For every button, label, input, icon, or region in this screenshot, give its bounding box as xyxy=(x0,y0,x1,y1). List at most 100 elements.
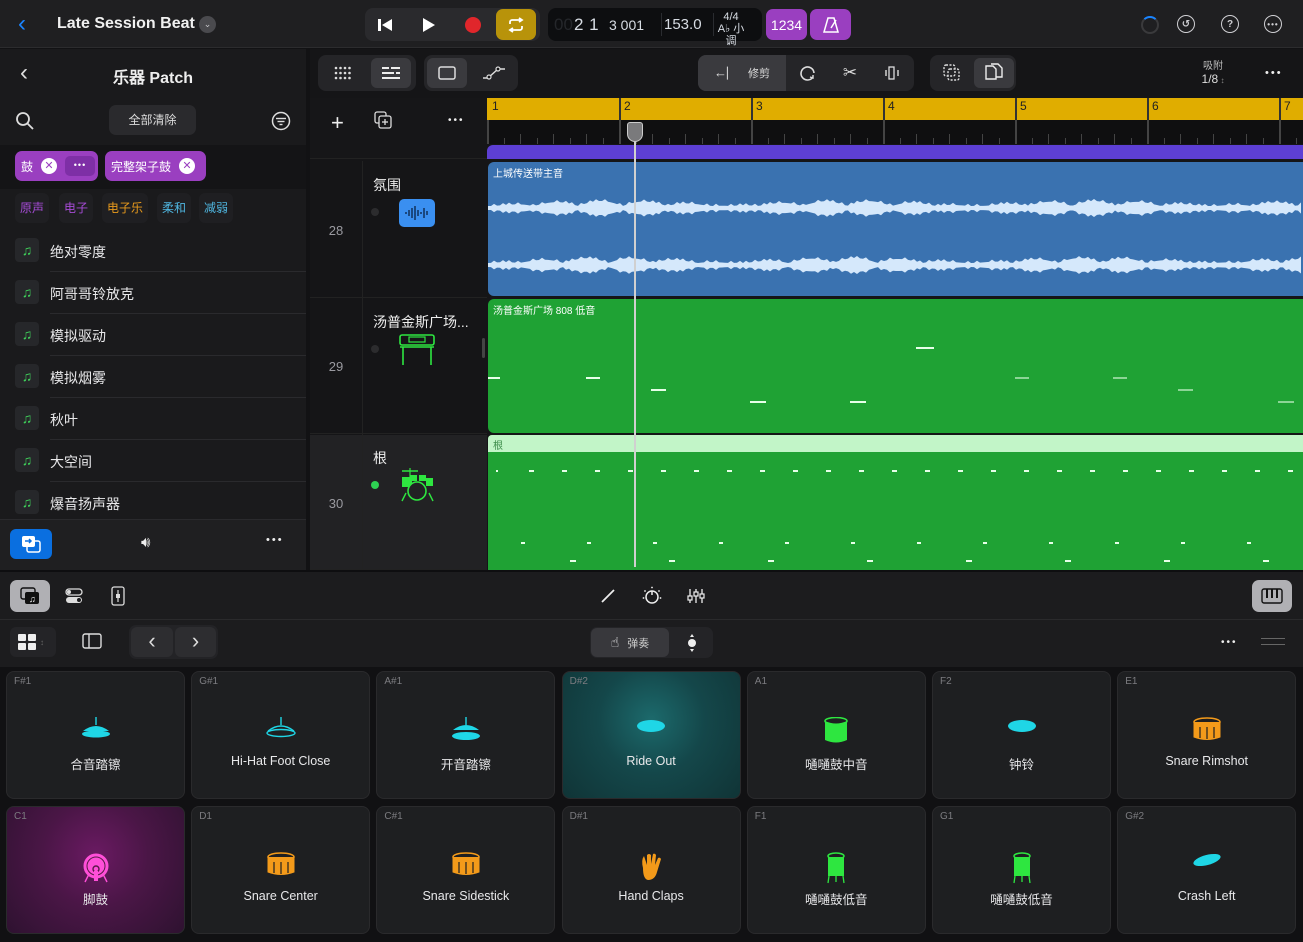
back-chevron-icon[interactable]: ‹ xyxy=(18,12,26,36)
tracks-more-button[interactable]: ••• xyxy=(1265,67,1283,79)
tracks-view-button[interactable] xyxy=(371,58,411,88)
project-title[interactable]: Late Session Beat xyxy=(57,15,195,33)
lcd-tempo[interactable]: 153.0 xyxy=(664,16,702,33)
play-mode-button[interactable]: ☝︎ 弹奏 xyxy=(591,628,669,657)
next-page-button[interactable]: › xyxy=(175,627,216,657)
track-header[interactable]: 28 氛围 xyxy=(310,161,487,298)
lcd-display[interactable]: 00 2 1 3 001 153.0 4/4 A♭ 小调 xyxy=(548,8,762,47)
record-button[interactable] xyxy=(455,8,491,41)
live-loops-view-button[interactable] xyxy=(323,58,363,88)
mixer-button[interactable] xyxy=(676,580,716,612)
metronome-button[interactable] xyxy=(810,9,851,40)
sidebar-toggle-button[interactable] xyxy=(82,633,102,654)
tag-chip[interactable]: 鼓 ✕ ••• xyxy=(15,151,98,181)
drum-pad[interactable]: F2 钟铃 xyxy=(932,671,1111,799)
filter-button[interactable] xyxy=(271,111,291,136)
drum-pad[interactable]: C1 脚鼓 xyxy=(6,806,185,934)
region-select-button[interactable] xyxy=(427,58,467,88)
midi-note[interactable] xyxy=(850,401,866,403)
prev-page-button[interactable]: ‹ xyxy=(131,627,173,657)
search-button[interactable] xyxy=(15,111,35,136)
clear-all-button[interactable]: 全部清除 xyxy=(109,105,196,135)
drum-pad[interactable]: D#1 Hand Claps xyxy=(561,806,741,934)
duplicate-track-button[interactable] xyxy=(374,111,392,134)
remove-tag-icon[interactable]: ✕ xyxy=(41,158,58,174)
go-to-beginning-button[interactable] xyxy=(367,8,403,41)
midi-note[interactable] xyxy=(651,389,666,391)
lcd-signature-key[interactable]: 4/4 A♭ 小调 xyxy=(714,11,748,47)
arrangement-marker-lane[interactable] xyxy=(487,145,1303,159)
filter-chip[interactable]: 电子乐 xyxy=(102,193,149,223)
midi-note[interactable] xyxy=(1113,377,1127,379)
resize-grip-icon[interactable] xyxy=(1261,638,1285,645)
patch-item[interactable]: ♫ 绝对零度 xyxy=(15,230,306,272)
add-track-button[interactable]: + xyxy=(331,110,344,136)
join-button[interactable] xyxy=(872,58,912,88)
help-button[interactable]: ? xyxy=(1221,15,1239,33)
count-in-button[interactable]: 1234 xyxy=(766,9,807,40)
audio-waveform-icon[interactable] xyxy=(399,199,435,227)
patch-view-button[interactable]: ♫ xyxy=(10,580,50,612)
snap-control[interactable]: 吸附 1/8 ↕ xyxy=(1198,57,1228,86)
playhead-handle[interactable] xyxy=(627,122,643,142)
midi-note[interactable] xyxy=(586,377,600,379)
audio-region[interactable]: 上城传送带主音 xyxy=(488,162,1303,296)
track-header-more-button[interactable]: ••• xyxy=(448,115,465,126)
pencil-button[interactable] xyxy=(588,580,628,612)
drum-pad[interactable]: A1 嗵嗵鼓中音 xyxy=(746,671,926,799)
midi-region[interactable]: 汤普金斯广场 808 低音 xyxy=(488,299,1303,433)
tag-chip[interactable]: 完整架子鼓 ✕ xyxy=(105,151,206,181)
patch-item[interactable]: ♫ 秋叶 xyxy=(15,398,306,440)
remove-tag-icon[interactable]: ✕ xyxy=(179,158,196,174)
paste-button[interactable] xyxy=(974,58,1014,88)
loop-button[interactable] xyxy=(788,58,828,88)
ruler-ticks[interactable] xyxy=(487,120,1303,144)
browser-more-button[interactable]: ••• xyxy=(266,534,284,546)
midi-note[interactable] xyxy=(1278,401,1294,403)
drum-pad[interactable]: D1 Snare Center xyxy=(191,806,371,934)
drum-pad[interactable]: G#2 Crash Left xyxy=(1117,806,1297,934)
drum-pad[interactable]: E1 Snare Rimshot xyxy=(1117,671,1297,799)
midi-note[interactable] xyxy=(488,377,500,379)
tag-more-button[interactable]: ••• xyxy=(65,156,96,176)
midi-note[interactable] xyxy=(916,347,934,349)
trim-button[interactable]: ←⎸ 修剪 xyxy=(698,55,786,91)
patch-item[interactable]: ♫ 模拟驱动 xyxy=(15,314,306,356)
track-header-selected[interactable]: 30 根 xyxy=(310,435,487,570)
patch-item[interactable]: ♫ 阿哥哥铃放克 xyxy=(15,272,306,314)
patch-item[interactable]: ♫ 模拟烟雾 xyxy=(15,356,306,398)
more-options-button[interactable]: ••• xyxy=(1264,15,1282,33)
drum-pad[interactable]: A#1 开音踏镲 xyxy=(376,671,556,799)
smart-controls-button[interactable] xyxy=(632,580,672,612)
chevron-down-icon[interactable]: ⌄ xyxy=(199,16,216,33)
filter-chip[interactable]: 减弱 xyxy=(199,193,234,223)
patch-item[interactable]: ♫ 大空间 xyxy=(15,440,306,482)
replace-patch-button[interactable] xyxy=(10,529,52,559)
patch-item[interactable]: ♫ 爆音扬声器 xyxy=(15,482,306,524)
velocity-mode-button[interactable] xyxy=(672,628,712,657)
drum-pad[interactable]: F#1 合音踏镲 xyxy=(6,671,185,799)
drum-pad[interactable]: G#1 Hi-Hat Foot Close xyxy=(191,671,371,799)
drum-pad[interactable]: G1 嗵嗵鼓低音 xyxy=(932,806,1111,934)
layout-picker[interactable]: ↕ xyxy=(10,627,56,657)
automation-button[interactable] xyxy=(474,58,514,88)
filter-chip[interactable]: 柔和 xyxy=(157,193,192,223)
cycle-button[interactable] xyxy=(496,9,536,40)
midi-note[interactable] xyxy=(1178,389,1193,391)
filter-chip[interactable]: 电子 xyxy=(59,193,94,223)
ruler-bar[interactable]: 1 2 3 4 5 6 7 xyxy=(487,98,1303,120)
undo-button[interactable]: ↺ xyxy=(1177,15,1195,33)
drum-pad[interactable]: F1 嗵嗵鼓低音 xyxy=(746,806,926,934)
filter-chip[interactable]: 原声 xyxy=(15,193,50,223)
split-button[interactable]: ✂︎ xyxy=(830,58,870,88)
pad-panel-more-button[interactable]: ••• xyxy=(1221,637,1238,648)
copy-button[interactable] xyxy=(932,58,972,88)
play-button[interactable] xyxy=(411,8,447,41)
plugin-view-button[interactable] xyxy=(98,580,138,612)
keyboard-toggle-button[interactable] xyxy=(1252,580,1292,612)
controls-view-button[interactable] xyxy=(54,580,94,612)
preview-volume-button[interactable]: 🔊︎ xyxy=(141,534,150,551)
track-header[interactable]: 29 汤普金斯广场... xyxy=(310,298,487,434)
track-resize-handle[interactable] xyxy=(482,338,485,358)
drum-pad[interactable]: C#1 Snare Sidestick xyxy=(376,806,556,934)
